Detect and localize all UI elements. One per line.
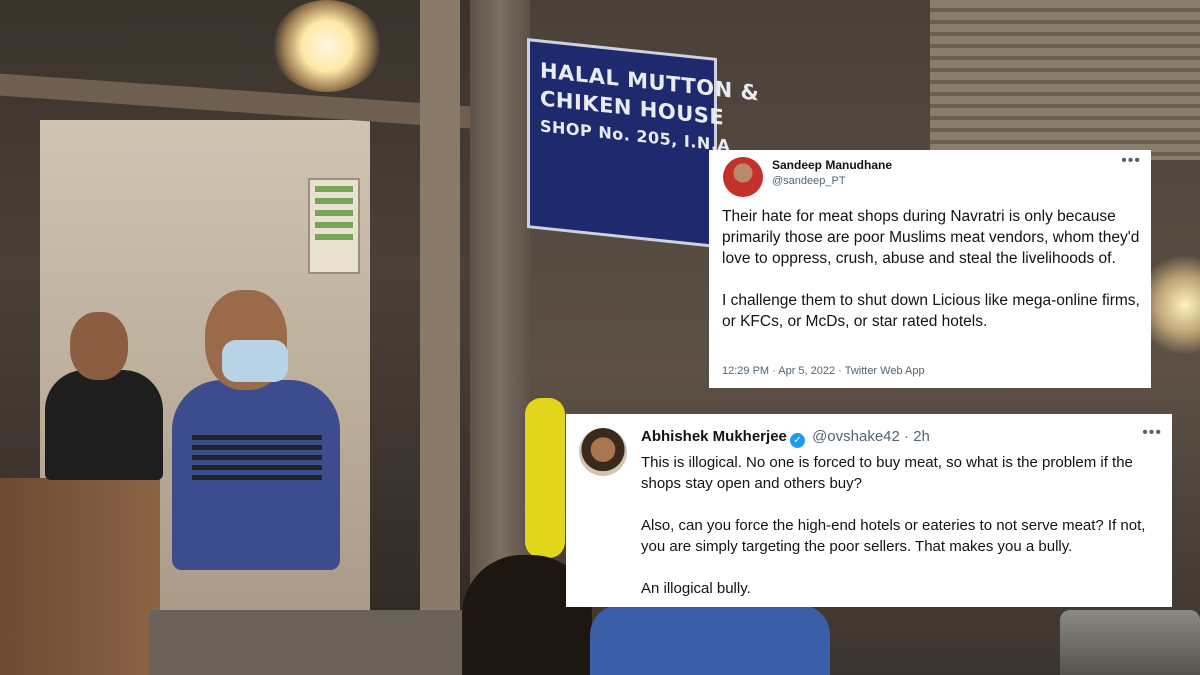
author-handle[interactable]: @ovshake42	[812, 428, 900, 445]
more-horizontal-icon[interactable]: •••	[1121, 153, 1141, 169]
metal-shutter	[930, 0, 1200, 160]
author-name[interactable]: Sandeep Manudhane	[772, 158, 892, 172]
tweet-text: Their hate for meat shops during Navratr…	[722, 206, 1147, 353]
counter-top	[150, 610, 470, 675]
tweet-paragraph: I challenge them to shut down Licious li…	[722, 292, 1140, 330]
tweet-header: Abhishek Mukherjee ✓ @ovshake42 · 2h	[641, 428, 930, 448]
vendor-left-body	[45, 370, 163, 480]
tweet-text: This is illogical. No one is forced to b…	[641, 452, 1161, 620]
customer-yellow-shirt	[525, 398, 565, 558]
light-bulb	[272, 0, 382, 92]
tweet-card-sandeep: Sandeep Manudhane @sandeep_PT ••• Their …	[709, 150, 1151, 388]
tweet-card-abhishek: Abhishek Mukherjee ✓ @ovshake42 · 2h ••• …	[566, 414, 1172, 607]
window-post	[420, 0, 460, 675]
author-name[interactable]: Abhishek Mukherjee	[641, 428, 787, 445]
avatar[interactable]	[579, 428, 627, 476]
more-horizontal-icon[interactable]: •••	[1142, 425, 1162, 441]
shop-sign: HALAL MUTTON & CHIKEN HOUSE SHOP No. 205…	[527, 38, 759, 248]
tweet-paragraph: Their hate for meat shops during Navratr…	[722, 208, 1140, 267]
wall-poster	[308, 178, 360, 274]
avatar[interactable]	[723, 157, 763, 197]
separator-dot: ·	[904, 428, 910, 445]
shirt-stripes	[192, 430, 322, 480]
tweet-timestamp[interactable]: 12:29 PM · Apr 5, 2022 · Twitter Web App	[722, 365, 925, 377]
face-mask	[222, 340, 288, 382]
verified-badge-icon: ✓	[789, 433, 805, 448]
tweet-time[interactable]: 2h	[913, 428, 930, 445]
vendor-left-head	[70, 312, 128, 380]
tweet-paragraph: Also, can you force the high-end hotels …	[641, 517, 1146, 555]
chopping-block	[0, 478, 160, 675]
author-handle[interactable]: @sandeep_PT	[772, 175, 846, 187]
tweet-paragraph: This is illogical. No one is forced to b…	[641, 454, 1133, 492]
tweet-paragraph: An illogical bully.	[641, 580, 751, 597]
